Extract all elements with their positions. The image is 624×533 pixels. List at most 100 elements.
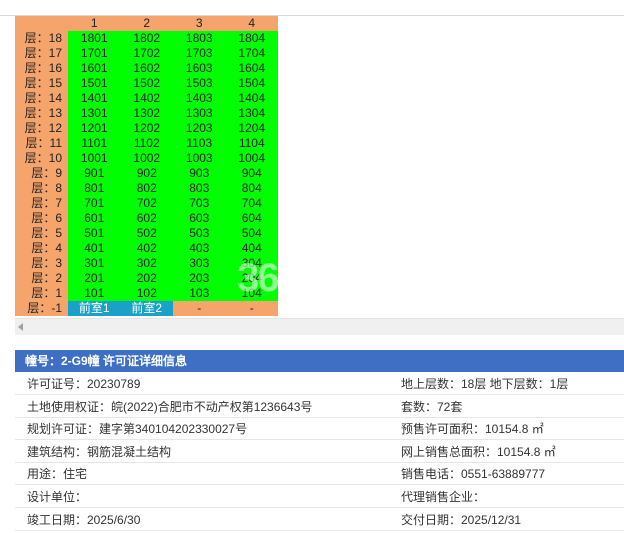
floor-row: 层：18 1801 1802 1803 1804 [15, 31, 278, 46]
info-field-left: 土地使用权证：皖(2022)合肥市不动产权第1236643号 [27, 399, 313, 414]
horizontal-scrollbar[interactable] [15, 318, 624, 335]
unit-cell[interactable]: 1503 [173, 76, 226, 91]
unit-cell[interactable]: 403 [173, 241, 226, 256]
unit-cell[interactable]: 1201 [68, 121, 121, 136]
unit-cell[interactable]: 1602 [120, 61, 173, 76]
unit-cell[interactable]: 1504 [225, 76, 278, 91]
unit-cell[interactable]: 201 [68, 271, 121, 286]
unit-cell[interactable]: 1803 [173, 31, 226, 46]
grid-header-row: 1234 [15, 16, 278, 31]
floor-label: 层：7 [15, 196, 68, 211]
unit-cell[interactable]: 1002 [120, 151, 173, 166]
unit-cell[interactable]: 602 [120, 211, 173, 226]
unit-cell[interactable]: - [173, 301, 226, 316]
unit-cell[interactable]: 704 [225, 196, 278, 211]
floor-label: 层：11 [15, 136, 68, 151]
scroll-left-arrow-icon[interactable] [18, 323, 23, 331]
floor-label: 层：12 [15, 121, 68, 136]
info-field-left: 竣工日期：2025/6/30 [27, 512, 141, 527]
unit-cell[interactable]: 504 [225, 226, 278, 241]
unit-cell[interactable]: 103 [173, 286, 226, 301]
unit-cell[interactable]: 1502 [120, 76, 173, 91]
unit-cell[interactable]: 904 [225, 166, 278, 181]
unit-cell[interactable]: 304 [225, 256, 278, 271]
unit-cell[interactable]: 1001 [68, 151, 121, 166]
unit-cell[interactable]: 404 [225, 241, 278, 256]
unit-cell[interactable]: 302 [120, 256, 173, 271]
unit-cell[interactable]: 1701 [68, 46, 121, 61]
unit-cell[interactable]: 702 [120, 196, 173, 211]
floor-row: 层：16 1601 1602 1603 1604 [15, 61, 278, 76]
unit-cell[interactable]: 501 [68, 226, 121, 241]
unit-cell[interactable]: 1302 [120, 106, 173, 121]
unit-cell[interactable]: 1301 [68, 106, 121, 121]
unit-cell[interactable]: 601 [68, 211, 121, 226]
unit-cell[interactable]: 703 [173, 196, 226, 211]
unit-cell[interactable]: 202 [120, 271, 173, 286]
unit-cell[interactable]: 503 [173, 226, 226, 241]
floor-row: 层：13 1301 1302 1303 1304 [15, 106, 278, 121]
unit-cell[interactable]: 1202 [120, 121, 173, 136]
unit-cell[interactable]: 804 [225, 181, 278, 196]
unit-cell[interactable]: 402 [120, 241, 173, 256]
unit-cell[interactable]: 902 [120, 166, 173, 181]
unit-cell[interactable]: 1704 [225, 46, 278, 61]
unit-cell[interactable]: 1802 [120, 31, 173, 46]
unit-cell[interactable]: 前室2 [120, 301, 173, 316]
unit-cell[interactable]: 前室1 [68, 301, 121, 316]
unit-cell[interactable]: 1304 [225, 106, 278, 121]
unit-cell[interactable]: 903 [173, 166, 226, 181]
floor-label: 层：14 [15, 91, 68, 106]
unit-cell[interactable]: 204 [225, 271, 278, 286]
unit-cell[interactable]: 1102 [120, 136, 173, 151]
unit-cell[interactable]: 1004 [225, 151, 278, 166]
unit-cell[interactable]: 1303 [173, 106, 226, 121]
unit-cell[interactable]: 1401 [68, 91, 121, 106]
floor-label: 层：6 [15, 211, 68, 226]
unit-cell[interactable]: 303 [173, 256, 226, 271]
floor-row: 层：5 501 502 503 504 [15, 226, 278, 241]
unit-cell[interactable]: 803 [173, 181, 226, 196]
floor-label: 层：8 [15, 181, 68, 196]
info-row: 用途：住宅 销售电话：0551-63889777 [15, 463, 624, 486]
unit-cell[interactable]: 104 [225, 286, 278, 301]
floor-row: 层：3 301 302 303 304 [15, 256, 278, 271]
unit-cell[interactable]: 701 [68, 196, 121, 211]
unit-cell[interactable]: 1604 [225, 61, 278, 76]
unit-cell[interactable]: 1402 [120, 91, 173, 106]
unit-cell[interactable]: 203 [173, 271, 226, 286]
unit-cell[interactable]: 1804 [225, 31, 278, 46]
unit-cell[interactable]: 301 [68, 256, 121, 271]
info-field-left: 规划许可证：建字第340104202330027号 [27, 422, 248, 437]
unit-cell[interactable]: 1104 [225, 136, 278, 151]
unit-cell[interactable]: 1103 [173, 136, 226, 151]
unit-cell[interactable]: 502 [120, 226, 173, 241]
unit-cell[interactable]: 604 [225, 211, 278, 226]
unit-cell[interactable]: 1204 [225, 121, 278, 136]
unit-cell[interactable]: 901 [68, 166, 121, 181]
info-row: 竣工日期：2025/6/30 交付日期：2025/12/31 [15, 509, 624, 531]
floor-label: 层：2 [15, 271, 68, 286]
floor-row: 层：14 1401 1402 1403 1404 [15, 91, 278, 106]
unit-cell[interactable]: 801 [68, 181, 121, 196]
unit-cell[interactable]: 1101 [68, 136, 121, 151]
unit-cell[interactable]: 1801 [68, 31, 121, 46]
info-field-right: 代理销售企业： [401, 490, 486, 504]
unit-cell[interactable]: 603 [173, 211, 226, 226]
info-field-right: 地上层数：18层 地下层数：1层 [401, 377, 569, 391]
unit-cell[interactable]: - [225, 301, 278, 316]
unit-cell[interactable]: 1702 [120, 46, 173, 61]
unit-cell[interactable]: 102 [120, 286, 173, 301]
unit-cell[interactable]: 1603 [173, 61, 226, 76]
unit-cell[interactable]: 1601 [68, 61, 121, 76]
unit-cell[interactable]: 1501 [68, 76, 121, 91]
column-header: 1 [68, 16, 121, 31]
unit-cell[interactable]: 101 [68, 286, 121, 301]
unit-cell[interactable]: 1404 [225, 91, 278, 106]
unit-cell[interactable]: 1003 [173, 151, 226, 166]
unit-cell[interactable]: 401 [68, 241, 121, 256]
unit-cell[interactable]: 1203 [173, 121, 226, 136]
unit-cell[interactable]: 802 [120, 181, 173, 196]
unit-cell[interactable]: 1403 [173, 91, 226, 106]
unit-cell[interactable]: 1703 [173, 46, 226, 61]
